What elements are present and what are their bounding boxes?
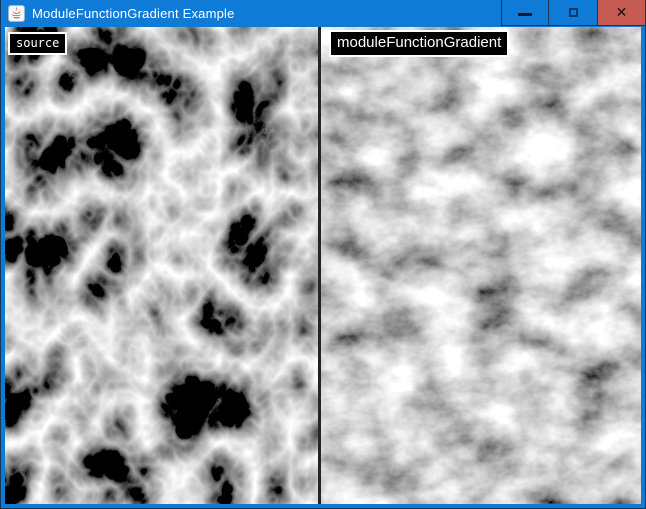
gradient-image-label: moduleFunctionGradient: [329, 30, 509, 57]
source-noise-image: [5, 27, 318, 504]
minimize-icon: [518, 13, 532, 16]
window-title: ModuleFunctionGradient Example: [32, 0, 235, 27]
java-coffee-cup-icon[interactable]: [8, 5, 25, 22]
gradient-noise-image: [321, 27, 641, 504]
close-button[interactable]: ✕: [597, 0, 645, 26]
app-window: ModuleFunctionGradient Example ✕: [0, 0, 646, 509]
close-icon: ✕: [616, 6, 628, 20]
minimize-button[interactable]: [501, 0, 548, 26]
maximize-icon: [569, 8, 578, 17]
maximize-button[interactable]: [548, 0, 597, 26]
source-image-panel: source: [5, 27, 318, 504]
gradient-image-panel: moduleFunctionGradient: [321, 27, 641, 504]
content-area: source moduleFunc: [1, 27, 645, 508]
source-image-label: source: [8, 32, 67, 55]
titlebar[interactable]: ModuleFunctionGradient Example ✕: [1, 0, 645, 27]
window-controls: ✕: [501, 0, 645, 27]
